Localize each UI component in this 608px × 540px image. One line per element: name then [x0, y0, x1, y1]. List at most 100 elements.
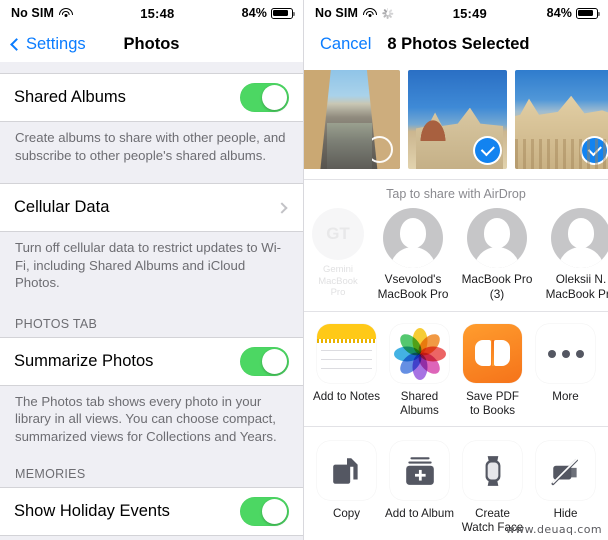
airdrop-contact-label-line1: Oleksii N. [555, 272, 607, 286]
selected-photos-strip[interactable] [304, 62, 608, 180]
status-time: 15:49 [452, 5, 487, 21]
setting-row-show-holiday-events[interactable]: Show Holiday Events [0, 488, 303, 535]
status-right-group: 84% [546, 6, 601, 20]
action-label: Hide [553, 507, 578, 520]
airdrop-contact-label-line1: Vsevolod's [384, 272, 442, 286]
status-left-group: No SIM [315, 6, 393, 20]
person-avatar-icon [467, 208, 527, 268]
copy-icon [317, 441, 376, 500]
battery-percent-label: 84% [546, 6, 572, 20]
avatar-initials: GT [312, 208, 364, 260]
action-copy[interactable]: Copy [310, 441, 383, 535]
chevron-left-icon [10, 37, 23, 51]
left-phone-panel: No SIM 15:48 84% Settings Photos Shared … [0, 0, 304, 540]
settings-list[interactable]: Shared Albums Create albums to share wit… [0, 62, 303, 540]
section-header-memories: MEMORIES [15, 467, 86, 481]
carrier-label: No SIM [315, 6, 358, 20]
action-shared-albums[interactable]: Shared Albums [383, 324, 456, 418]
shared-albums-group: Shared Albums [0, 73, 303, 122]
airdrop-title: Tap to share with AirDrop [386, 187, 526, 201]
airdrop-contact-label-line2: MacBook Pro [545, 286, 608, 301]
screenshot-root: No SIM 15:48 84% Settings Photos Shared … [0, 0, 608, 540]
summarize-photos-label: Summarize Photos [14, 351, 154, 370]
setting-row-shared-albums[interactable]: Shared Albums [0, 74, 303, 121]
setting-row-summarize-photos[interactable]: Summarize Photos [0, 338, 303, 385]
action-label-line2: to Books [469, 404, 516, 417]
airdrop-contact-label-line2: MacBook Pro [377, 286, 449, 301]
person-avatar-icon [383, 208, 443, 268]
action-create-watch-face[interactable]: Create Watch Face [456, 441, 529, 535]
shared-albums-toggle[interactable] [240, 83, 289, 112]
more-ellipsis-icon [536, 324, 595, 383]
thumbnail-photo-parliament-dome[interactable] [408, 70, 507, 169]
wifi-icon [362, 7, 377, 19]
airdrop-contact-label-line1: Gemini [322, 264, 354, 275]
summarize-photos-toggle[interactable] [240, 346, 289, 376]
left-nav-bar: Settings Photos [0, 26, 303, 62]
action-hide[interactable]: Hide [529, 441, 602, 535]
show-holiday-events-label: Show Holiday Events [14, 502, 170, 520]
carrier-label: No SIM [11, 6, 54, 20]
left-status-bar: No SIM 15:48 84% [0, 0, 303, 26]
circle-outline-icon[interactable] [366, 136, 393, 163]
holiday-events-footer: You can choose to see holiday events for… [0, 536, 303, 540]
summarize-photos-group: Summarize Photos [0, 336, 303, 386]
battery-icon [271, 7, 296, 19]
person-avatar-icon [551, 208, 608, 268]
back-button[interactable]: Settings [10, 34, 86, 54]
watch-face-icon [463, 441, 522, 500]
action-label: Create [475, 507, 510, 520]
thumbnail-photo-parliament-facade[interactable] [515, 70, 608, 169]
shared-albums-label: Shared Albums [14, 88, 126, 106]
airdrop-contact-oleksii[interactable]: Oleksii N. MacBook Pro [544, 208, 608, 301]
action-add-to-album[interactable]: Add to Album [383, 441, 456, 535]
airdrop-section: Tap to share with AirDrop GT Gemini MacB… [304, 180, 608, 312]
cancel-button[interactable]: Cancel [320, 35, 371, 54]
action-save-pdf-to-books[interactable]: Save PDF to Books [456, 324, 529, 418]
notes-app-icon [317, 324, 376, 383]
share-sheet: Tap to share with AirDrop GT Gemini MacB… [304, 62, 608, 540]
show-holiday-events-toggle[interactable] [240, 497, 289, 526]
status-right-group: 84% [242, 6, 296, 20]
share-sheet-nav-bar: Cancel 8 Photos Selected [304, 26, 608, 62]
action-label: Shared [400, 390, 439, 403]
chevron-right-icon [276, 201, 288, 214]
cellular-data-group: Cellular Data [0, 183, 303, 232]
action-label: Copy [332, 507, 361, 520]
books-app-icon [463, 324, 522, 383]
right-status-bar: No SIM 15:49 84% [304, 0, 608, 26]
checkmark-circle-icon[interactable] [582, 138, 607, 163]
wifi-icon [58, 7, 73, 19]
action-label: Add to Album [385, 507, 454, 520]
add-to-album-icon [390, 441, 449, 500]
airdrop-contacts-row[interactable]: GT Gemini MacBook Pro Vsevolod's MacBook… [304, 208, 608, 301]
action-label: More [552, 390, 579, 403]
battery-icon [576, 7, 601, 19]
airdrop-contact-gemini[interactable]: GT Gemini MacBook Pro [310, 208, 366, 301]
status-left-group: No SIM [11, 6, 73, 20]
airdrop-contact-macbook-pro-3[interactable]: MacBook Pro (3) [460, 208, 534, 301]
photos-app-icon [390, 324, 449, 383]
back-button-label: Settings [26, 34, 86, 53]
spinner-icon [381, 7, 393, 19]
thumbnail-photo-street-scene[interactable] [304, 70, 400, 169]
shared-albums-footer: Create albums to share with other people… [15, 130, 286, 163]
right-phone-panel: No SIM 15:49 84% Cancel 8 Photos Selecte… [304, 0, 608, 540]
app-actions-row[interactable]: Add to Notes Shared Albums Save PDF to B… [304, 312, 608, 427]
site-watermark: www.deuaq.com [505, 523, 602, 536]
setting-row-cellular-data[interactable]: Cellular Data [0, 184, 303, 231]
holiday-events-group: Show Holiday Events [0, 487, 303, 536]
cellular-data-label: Cellular Data [14, 198, 110, 216]
checkmark-circle-icon[interactable] [475, 138, 500, 163]
action-label-line2: Albums [400, 404, 439, 417]
action-add-to-notes[interactable]: Add to Notes [310, 324, 383, 418]
hide-slash-icon [536, 441, 595, 500]
selection-count-title: 8 Photos Selected [387, 34, 530, 53]
airdrop-contact-vsevolod[interactable]: Vsevolod's MacBook Pro [376, 208, 450, 301]
summarize-photos-footer: The Photos tab shows every photo in your… [15, 393, 277, 444]
action-label: Save PDF [466, 390, 519, 403]
action-label: Add to Notes [312, 390, 381, 403]
airdrop-contact-label-line1: MacBook Pro [461, 272, 533, 286]
action-more[interactable]: More [529, 324, 602, 418]
